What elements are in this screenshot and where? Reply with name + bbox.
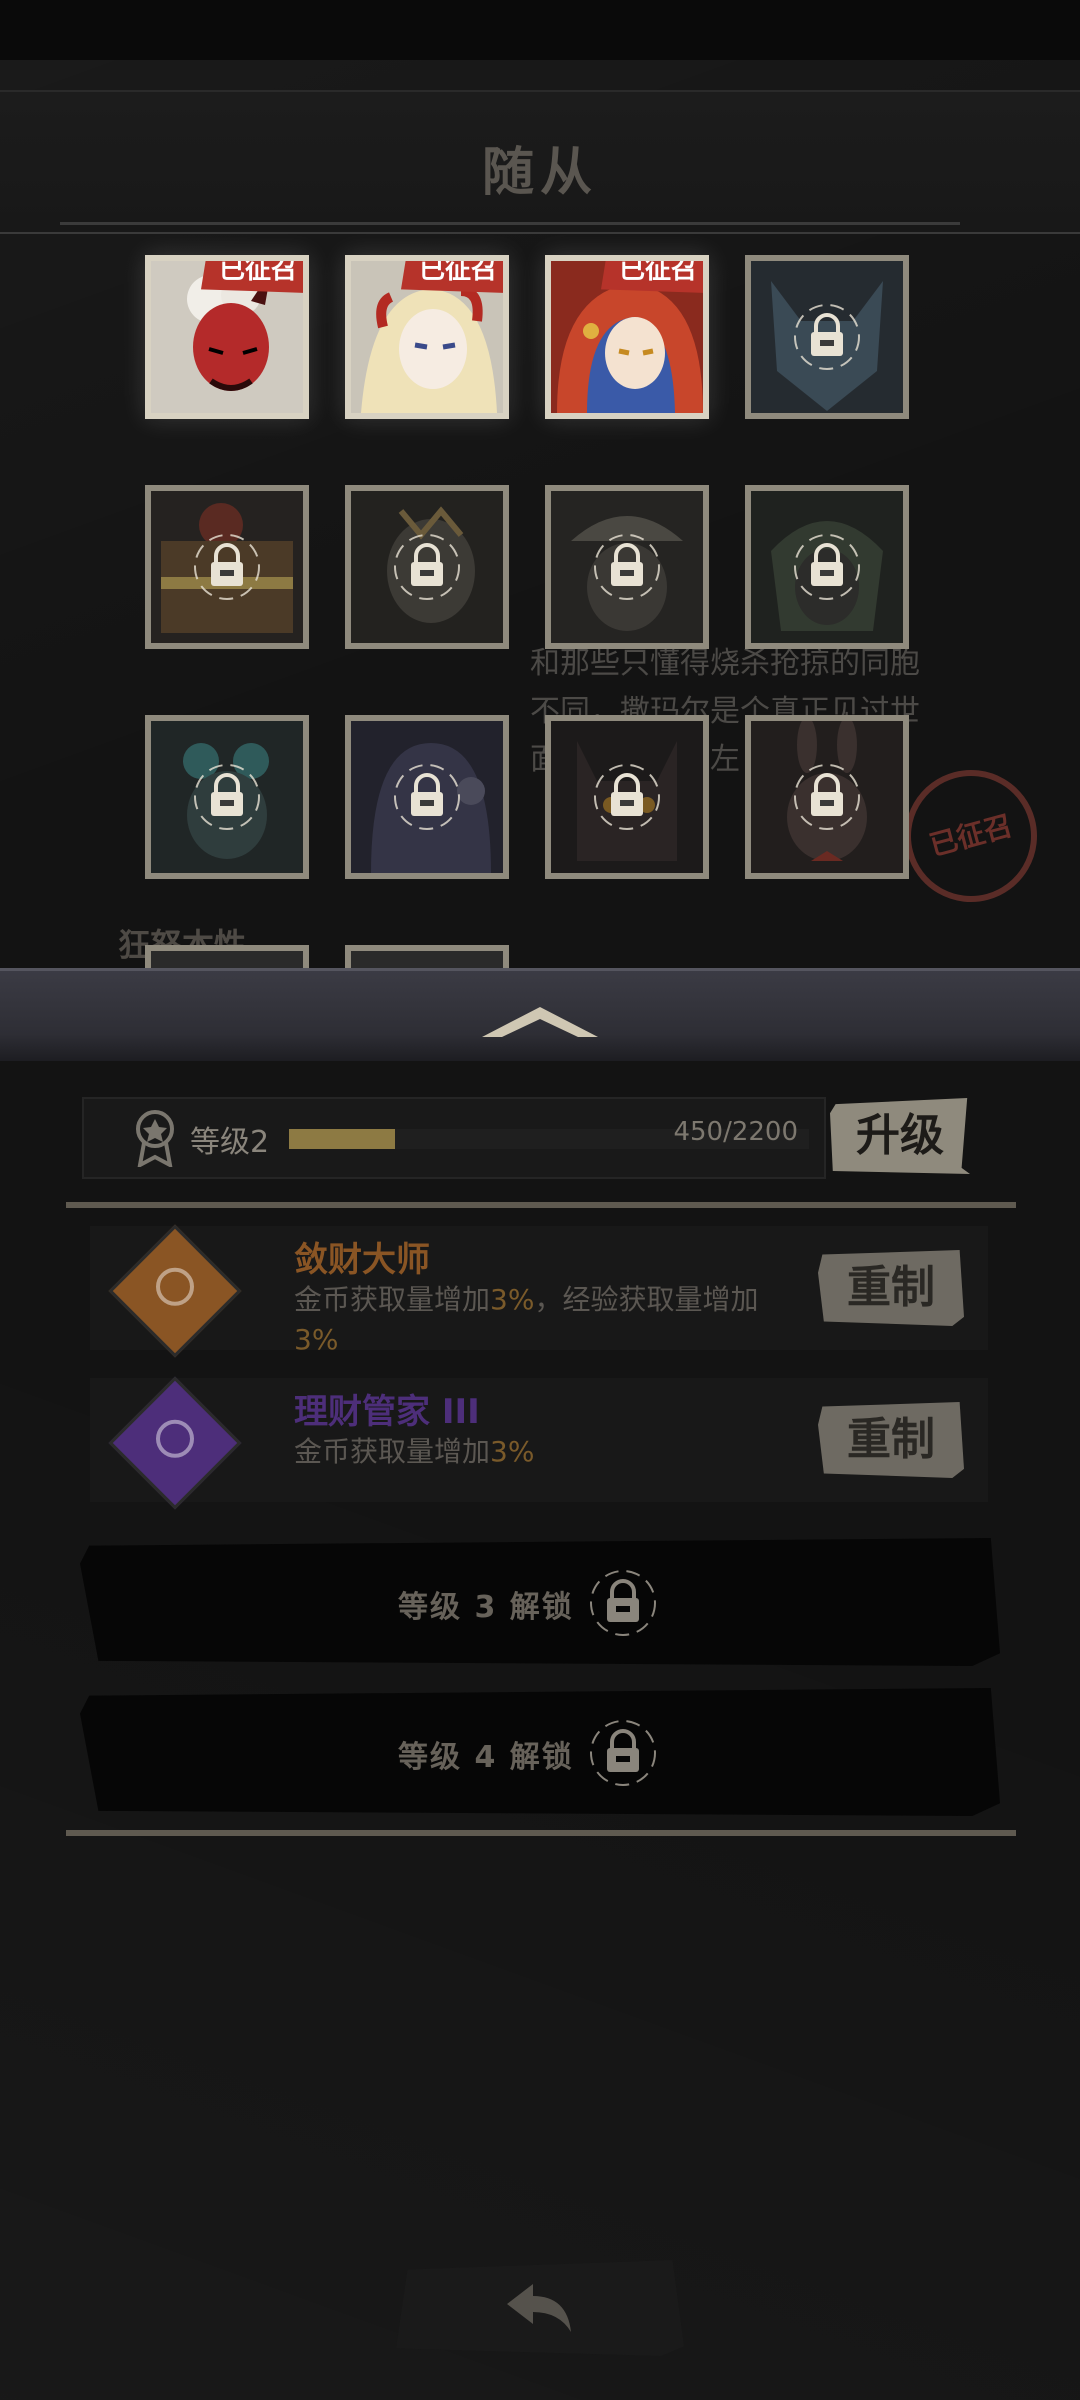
- lock-icon: [590, 1570, 656, 1636]
- companion-card-10[interactable]: [345, 715, 509, 879]
- unlock-requirement: 等级 4 解锁: [398, 1740, 574, 1775]
- companion-card-11[interactable]: [545, 715, 709, 879]
- lock-icon: [594, 764, 660, 830]
- skill-row-2: 理财管家 III 金币获取量增加3% 重制: [90, 1376, 988, 1510]
- upgrade-button[interactable]: 升级: [830, 1098, 970, 1174]
- skill-name: 理财管家 III: [294, 1392, 480, 1432]
- unlock-requirement: 等级 3 解锁: [398, 1590, 574, 1625]
- skill-row-1: 敛财大师 金币获取量增加3%，经验获取量增加3% 重制: [90, 1224, 988, 1358]
- companion-card-9[interactable]: [145, 715, 309, 879]
- companion-card-1[interactable]: 已征召: [145, 255, 309, 419]
- lock-icon: [794, 534, 860, 600]
- lock-icon: [194, 764, 260, 830]
- title-divider: [60, 222, 960, 225]
- companion-card-12[interactable]: [745, 715, 909, 879]
- companion-card-6[interactable]: [345, 485, 509, 649]
- lock-icon: [594, 534, 660, 600]
- skill-description: 金币获取量增加3%: [294, 1435, 535, 1468]
- coin-crest-icon: [108, 1376, 242, 1510]
- locked-skill-slot-2: 等级 4 解锁: [80, 1688, 1000, 1816]
- exp-progress-fill: [289, 1129, 396, 1149]
- companion-card-7[interactable]: [545, 485, 709, 649]
- level-bar: 等级2 450/2200: [82, 1097, 826, 1179]
- companion-card-2[interactable]: 已征召: [345, 255, 509, 419]
- lock-icon: [590, 1720, 656, 1786]
- back-arrow-icon: [507, 2284, 571, 2332]
- panel-top-rule: [66, 1202, 1016, 1208]
- companion-card-3[interactable]: 已征召: [545, 255, 709, 419]
- level-label: 等级2: [190, 1125, 270, 1160]
- companion-card-5[interactable]: [145, 485, 309, 649]
- coin-book-icon: [108, 1224, 242, 1358]
- skill-name: 敛财大师: [294, 1240, 430, 1280]
- recruited-badge: 已征召: [201, 261, 303, 293]
- chevron-up-icon[interactable]: [478, 1003, 602, 1039]
- reset-button[interactable]: 重制: [818, 1250, 964, 1326]
- lock-icon: [394, 534, 460, 600]
- lock-icon: [794, 304, 860, 370]
- companion-card-4[interactable]: [745, 255, 909, 419]
- panel-bottom-rule: [66, 1830, 1016, 1836]
- reset-button[interactable]: 重制: [818, 1402, 964, 1478]
- lock-icon: [394, 764, 460, 830]
- companion-card-8[interactable]: [745, 485, 909, 649]
- medal-icon: [136, 1110, 174, 1167]
- skill-description: 金币获取量增加3%，经验获取量增加3%: [294, 1283, 759, 1356]
- locked-skill-slot-1: 等级 3 解锁: [80, 1538, 1000, 1666]
- recruited-badge: 已征召: [401, 261, 503, 293]
- back-button[interactable]: [396, 2260, 684, 2356]
- status-bar-area: [0, 0, 1080, 60]
- lock-icon: [194, 534, 260, 600]
- exp-value: 450/2200: [673, 1117, 798, 1147]
- page-title: 随从: [481, 143, 598, 203]
- lock-icon: [794, 764, 860, 830]
- recruited-badge: 已征召: [601, 261, 703, 293]
